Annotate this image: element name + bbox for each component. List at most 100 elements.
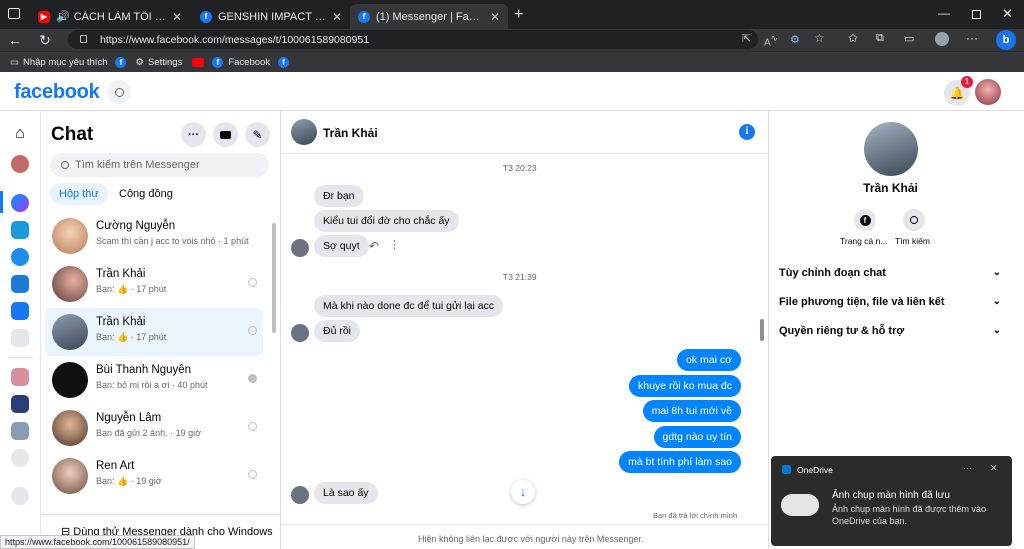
facebook-icon: f bbox=[212, 56, 224, 68]
watch-icon[interactable] bbox=[11, 221, 29, 239]
message-bubble[interactable]: Mà khi nào done đc để tui gửi lại acc bbox=[314, 295, 504, 317]
toast-body: Ảnh chụp màn hình đã được thêm vào OneDr… bbox=[832, 504, 987, 526]
shortcut-icon[interactable] bbox=[11, 422, 29, 440]
account-avatar[interactable] bbox=[975, 79, 1001, 105]
back-icon[interactable]: ← bbox=[0, 32, 30, 48]
message-bubble-sent[interactable]: mà bt tính phí làm sao bbox=[619, 451, 741, 473]
groups-icon[interactable] bbox=[11, 449, 29, 467]
tab-inbox[interactable]: Hộp thư bbox=[50, 183, 108, 205]
conversation-name: Nguyễn Lâm bbox=[96, 412, 162, 424]
extension-icon[interactable]: ⚙ bbox=[790, 33, 800, 46]
link-icon[interactable] bbox=[11, 487, 29, 505]
message-bubble-sent[interactable]: gdtg nào uy tín bbox=[653, 426, 741, 448]
collections-icon[interactable]: ⧉ bbox=[876, 32, 884, 45]
conversation-item[interactable]: Bùi Thanh Nguyên Bạn: bỏ mị rồi a ơi · 4… bbox=[45, 356, 263, 404]
messenger-icon[interactable] bbox=[11, 194, 29, 212]
onedrive-toast[interactable]: OneDrive ··· ✕ Ảnh chụp màn hình đã lưu … bbox=[771, 456, 1012, 546]
new-message-button[interactable]: ✎ bbox=[245, 122, 270, 147]
conversation-name[interactable]: Trần Khải bbox=[323, 126, 378, 140]
import-favorites-link[interactable]: Nhập mục yêu thích bbox=[23, 57, 108, 68]
settings-link[interactable]: Settings bbox=[148, 57, 182, 68]
battery-icon[interactable]: ▭ bbox=[904, 32, 914, 45]
message-bubble[interactable]: Kiểu tui đổi đờ cho chắc ấy bbox=[314, 210, 459, 232]
shortcut-icon[interactable] bbox=[11, 395, 29, 413]
close-icon[interactable]: ✕ bbox=[490, 10, 500, 24]
conversation-avatar[interactable] bbox=[291, 119, 317, 145]
new-room-button[interactable] bbox=[213, 122, 238, 147]
tab-community[interactable]: Cộng đồng bbox=[113, 183, 179, 205]
profile-name: Trần Khải bbox=[863, 181, 918, 195]
sender-avatar bbox=[291, 486, 309, 504]
home-icon[interactable]: ⌂ bbox=[11, 125, 29, 143]
share-icon[interactable]: ⇱ bbox=[742, 32, 751, 45]
tab-genshin[interactable]: f GENSHIN IMPACT VIỆT NAM TRA ✕ bbox=[192, 4, 350, 29]
close-icon[interactable]: ✕ bbox=[332, 10, 342, 24]
profile-button[interactable]: f bbox=[854, 209, 876, 231]
message-bubble[interactable]: Sợ quyt bbox=[314, 235, 369, 257]
search-input[interactable]: Tìm kiếm trên Messenger bbox=[50, 153, 269, 177]
maximize-icon[interactable] bbox=[972, 10, 981, 19]
avatar bbox=[52, 458, 88, 494]
message-bubble[interactable]: Đủ rồi bbox=[314, 320, 361, 342]
message-bubble-sent[interactable]: mai 8h tui mới về bbox=[642, 400, 741, 422]
message-bubble-sent[interactable]: khuye rồi ko mua đc bbox=[629, 375, 741, 397]
refresh-icon[interactable]: ↻ bbox=[30, 32, 60, 49]
more-actions-icon[interactable]: ⋮ bbox=[389, 238, 400, 251]
profile-avatar-icon[interactable] bbox=[935, 32, 949, 46]
profile-icon[interactable] bbox=[11, 155, 29, 173]
message-bubble[interactable]: Là sao ấy bbox=[314, 482, 378, 504]
window-close-icon[interactable]: ✕ bbox=[1002, 6, 1013, 22]
youtube-icon[interactable] bbox=[192, 57, 205, 67]
menu-grid-icon[interactable] bbox=[11, 329, 29, 347]
favorites-icon[interactable]: ✩ bbox=[848, 31, 858, 45]
facebook-icon[interactable]: f bbox=[115, 56, 127, 68]
conversation-item[interactable]: Trần Khải Bạn: 👍 · 17 phút bbox=[45, 308, 263, 356]
conversation-scrollbar[interactable] bbox=[760, 319, 764, 341]
facebook-link[interactable]: Facebook bbox=[228, 57, 270, 68]
url-field[interactable]: https://www.facebook.com/messages/t/1000… bbox=[68, 30, 758, 49]
profile-photo[interactable] bbox=[864, 122, 918, 176]
conversation-item[interactable]: Trần Khải Bạn: 👍 · 17 phút bbox=[45, 260, 263, 308]
conversation-item[interactable]: Ren Art Bạn: 👍 · 19 giờ bbox=[45, 452, 263, 500]
section-label: Quyền riêng tư & hỗ trợ bbox=[779, 325, 905, 337]
options-button[interactable]: ··· bbox=[181, 122, 206, 147]
facebook-icon: f bbox=[200, 10, 212, 23]
chat-list-scrollbar[interactable] bbox=[272, 223, 276, 333]
tab-youtube[interactable]: ▶ 🔊 CÁCH LÀM TÔI LẠP BẤT - N ✕ bbox=[30, 4, 190, 29]
marketplace-icon[interactable] bbox=[11, 275, 29, 293]
more-menu-icon[interactable]: ··· bbox=[966, 31, 978, 45]
facebook-icon[interactable]: f bbox=[278, 56, 290, 68]
reply-icon[interactable]: ↶ bbox=[369, 239, 379, 253]
section-media[interactable]: File phương tiện, file và liên kết ⌄ bbox=[779, 296, 1001, 308]
gaming-icon[interactable] bbox=[11, 302, 29, 320]
close-icon[interactable]: ✕ bbox=[172, 10, 182, 24]
toast-more-icon[interactable]: ··· bbox=[963, 463, 972, 473]
info-icon[interactable]: i bbox=[739, 124, 755, 140]
facebook-logo[interactable]: facebook bbox=[14, 81, 100, 104]
scroll-down-button[interactable]: ↓ bbox=[511, 480, 535, 504]
search-button[interactable] bbox=[107, 80, 131, 104]
toast-close-icon[interactable]: ✕ bbox=[990, 463, 998, 474]
search-conversation-button[interactable] bbox=[903, 209, 925, 231]
timestamp: T3 20:23 bbox=[503, 163, 537, 173]
unavailable-notice: Hiện không liên lạc được với người này t… bbox=[418, 534, 644, 544]
new-tab-icon[interactable]: + bbox=[514, 6, 523, 24]
favorite-star-icon[interactable]: ☆ bbox=[814, 31, 825, 45]
message-bubble-sent[interactable]: ok mai cơ bbox=[677, 349, 741, 371]
section-customize[interactable]: Tùy chỉnh đoạn chat ⌄ bbox=[779, 267, 1001, 279]
minimize-icon[interactable]: — bbox=[938, 6, 950, 20]
bing-icon[interactable]: b bbox=[996, 30, 1016, 50]
section-privacy[interactable]: Quyền riêng tư & hỗ trợ ⌄ bbox=[779, 325, 1001, 337]
read-aloud-icon[interactable]: A∿ bbox=[764, 33, 778, 48]
friends-icon[interactable] bbox=[11, 248, 29, 266]
conversation-item[interactable]: Nguyễn Lâm Bạn đã gửi 2 ảnh. · 19 giờ bbox=[45, 404, 263, 452]
tab-actions-icon[interactable] bbox=[8, 8, 20, 19]
search-icon bbox=[910, 216, 918, 224]
message-bubble[interactable]: Đr bạn bbox=[314, 185, 364, 207]
avatar bbox=[52, 410, 88, 446]
conversation-item[interactable]: Cường Nguyễn Scam thì cần j acc to vois … bbox=[45, 212, 263, 260]
tab-messenger[interactable]: f (1) Messenger | Facebook ✕ bbox=[350, 4, 508, 29]
speaker-icon[interactable]: 🔊 bbox=[56, 10, 70, 23]
shortcut-icon[interactable] bbox=[11, 368, 29, 386]
search-placeholder: Tìm kiếm trên Messenger bbox=[75, 159, 200, 171]
